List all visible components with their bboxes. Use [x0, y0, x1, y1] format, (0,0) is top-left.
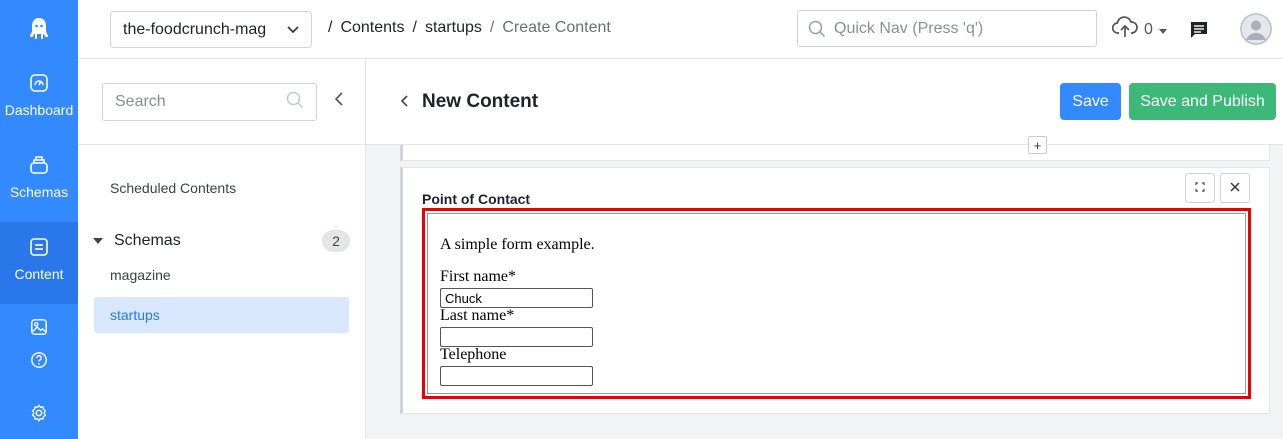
cloud-upload-icon — [1111, 16, 1138, 43]
upload-count: 0 — [1144, 20, 1153, 38]
quick-nav-placeholder: Quick Nav (Press 'q') — [834, 19, 984, 37]
scheduled-contents-link[interactable]: Scheduled Contents — [110, 180, 236, 196]
caret-down-icon — [1158, 21, 1167, 39]
embedded-form: A simple form example. First name* Chuck… — [427, 213, 1246, 394]
dashboard-icon — [28, 72, 50, 94]
first-name-label: First name* — [440, 268, 516, 285]
save-and-publish-button[interactable]: Save and Publish — [1129, 83, 1276, 120]
settings-icon[interactable] — [0, 404, 78, 422]
sidebar-search-placeholder: Search — [115, 93, 166, 110]
sidebar-header: Search — [78, 59, 365, 145]
first-name-field[interactable]: Chuck — [440, 288, 593, 308]
page-title: New Content — [422, 91, 539, 112]
nav-schemas-label: Schemas — [9, 184, 69, 200]
breadcrumb-current: Create Content — [502, 19, 611, 36]
telephone-label: Telephone — [440, 346, 507, 363]
fullscreen-button[interactable] — [1185, 173, 1215, 203]
breadcrumb-contents[interactable]: Contents — [340, 19, 404, 37]
previous-field-card — [400, 145, 1270, 161]
schemas-count-badge: 2 — [322, 230, 350, 252]
upload-status-button[interactable]: 0 — [1111, 16, 1167, 43]
nav-dashboard-label: Dashboard — [4, 102, 74, 118]
fullscreen-icon — [1195, 179, 1205, 197]
back-chevron-icon[interactable] — [400, 95, 408, 107]
main-nav-rail: Dashboard Schemas Content — [0, 0, 78, 439]
collapse-sidebar-icon[interactable] — [334, 92, 344, 111]
field-label: Point of Contact — [422, 191, 531, 207]
chat-icon[interactable] — [1189, 20, 1209, 45]
editor-header: New Content Save Save and Publish — [366, 59, 1283, 145]
embedded-form-frame: A simple form example. First name* Chuck… — [422, 208, 1251, 399]
schemas-group-header[interactable]: Schemas 2 — [90, 230, 350, 252]
content-icon — [28, 236, 50, 258]
schemas-sidebar: Search Scheduled Contents Schemas 2 maga… — [78, 59, 366, 439]
breadcrumb: / Contents / startups / Create Content — [328, 19, 611, 37]
sidebar-search-input[interactable]: Search — [102, 83, 317, 121]
assets-icon[interactable] — [0, 318, 78, 336]
nav-schemas[interactable]: Schemas — [0, 154, 78, 222]
help-icon[interactable] — [0, 351, 78, 369]
last-name-field[interactable] — [440, 327, 593, 347]
breadcrumb-separator: / — [328, 19, 333, 36]
form-title: A simple form example. — [440, 236, 595, 253]
telephone-field[interactable] — [440, 366, 593, 386]
top-bar: the-foodcrunch-mag / Contents / startups… — [78, 0, 1283, 59]
breadcrumb-startups[interactable]: startups — [425, 19, 482, 37]
chevron-down-icon — [287, 21, 299, 39]
close-button[interactable] — [1220, 173, 1250, 203]
schemas-icon — [28, 154, 50, 176]
point-of-contact-field: Point of Contact A simple form example. … — [400, 167, 1270, 414]
sidebar-item-magazine[interactable]: magazine — [94, 257, 349, 293]
close-icon — [1230, 179, 1240, 197]
nav-content[interactable]: Content — [0, 222, 78, 304]
app-logo-icon[interactable] — [0, 0, 78, 58]
sidebar-item-startups[interactable]: startups — [94, 297, 349, 333]
breadcrumb-separator: / — [412, 19, 417, 36]
quick-nav-input[interactable]: Quick Nav (Press 'q') — [797, 10, 1097, 47]
search-icon — [808, 20, 826, 38]
caret-down-icon — [90, 238, 106, 244]
nav-dashboard[interactable]: Dashboard — [0, 72, 78, 140]
app-name: the-foodcrunch-mag — [123, 20, 267, 38]
nav-content-label: Content — [14, 266, 64, 282]
breadcrumb-separator: / — [489, 19, 495, 36]
save-button[interactable]: Save — [1060, 83, 1121, 120]
avatar[interactable] — [1240, 13, 1272, 45]
search-icon — [286, 91, 304, 114]
app-selector[interactable]: the-foodcrunch-mag — [110, 11, 312, 48]
add-field-button[interactable]: + — [1028, 136, 1047, 154]
schemas-group-label: Schemas — [114, 232, 181, 249]
last-name-label: Last name* — [440, 307, 515, 324]
